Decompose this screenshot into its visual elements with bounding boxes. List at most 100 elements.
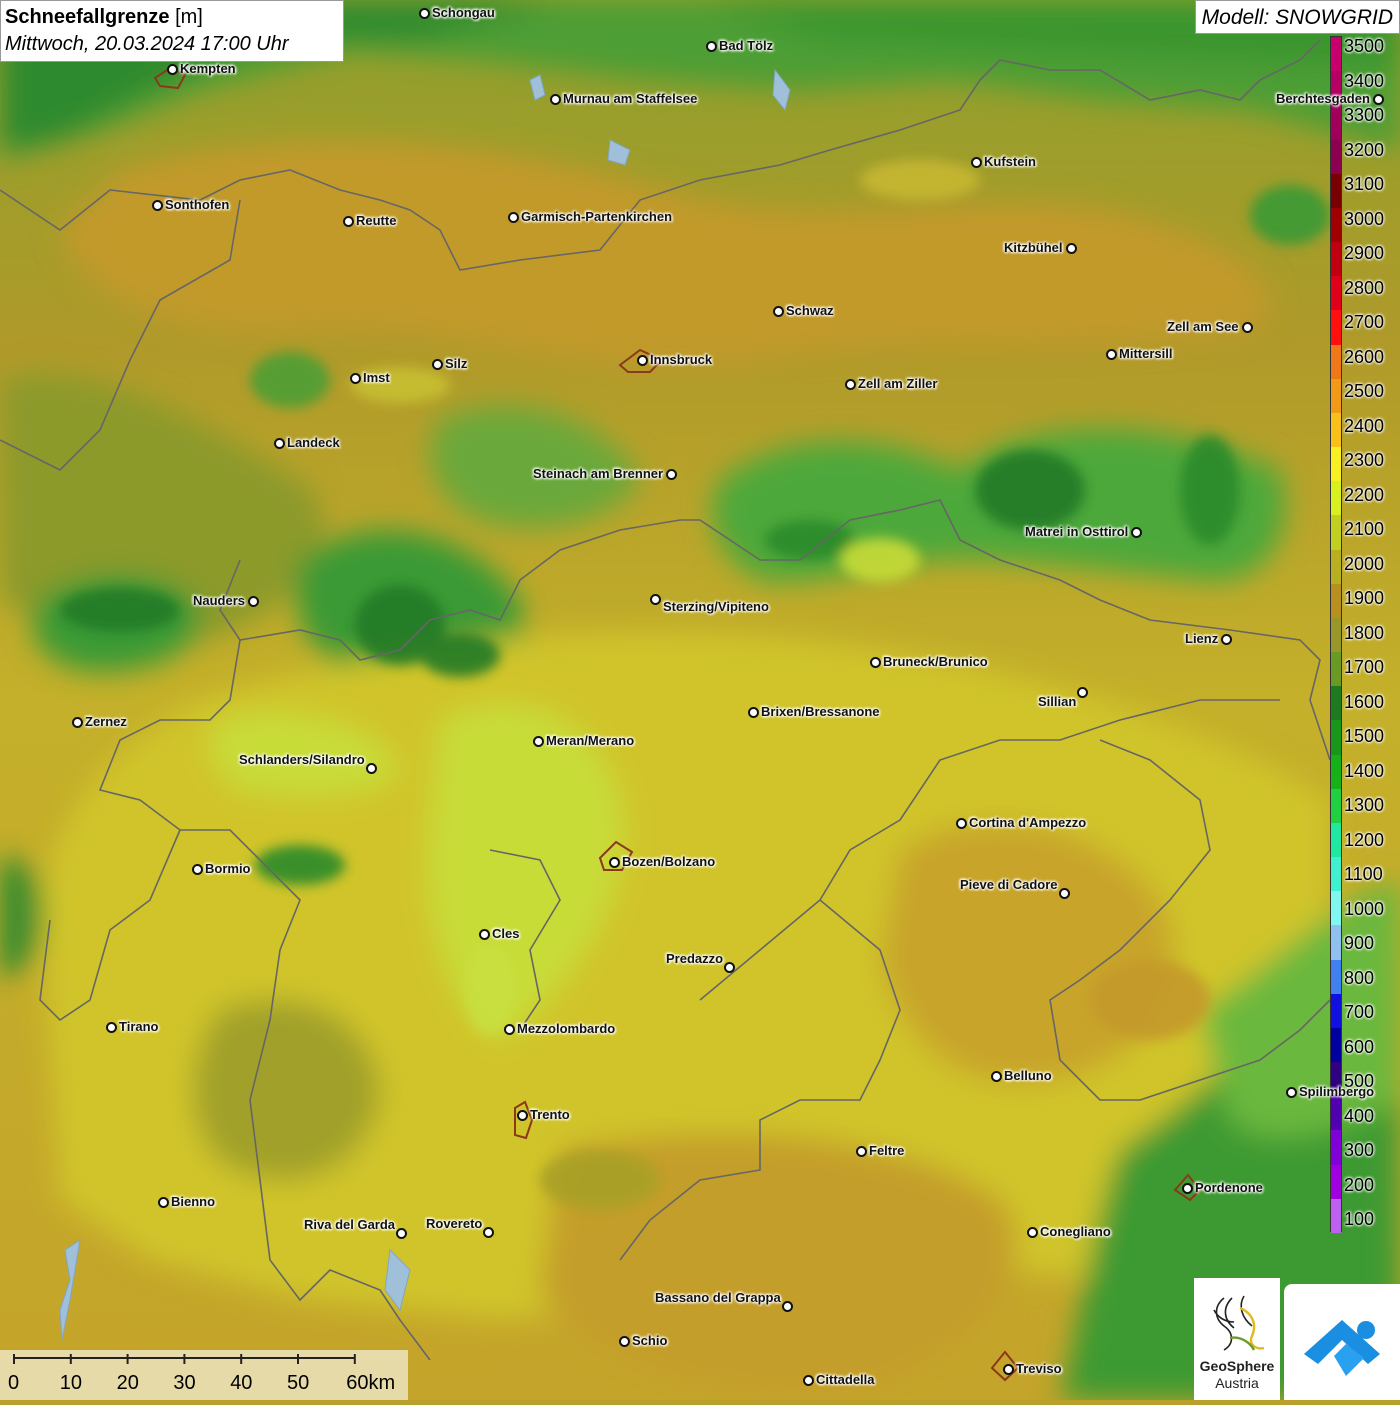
city-dot-icon xyxy=(479,929,490,940)
color-legend xyxy=(1330,36,1342,1234)
legend-color-segment xyxy=(1331,788,1341,824)
city-label[interactable]: Murnau am Staffelsee xyxy=(563,91,697,107)
city-label[interactable]: Belluno xyxy=(1004,1068,1052,1084)
city-label[interactable]: Schio xyxy=(632,1333,667,1349)
scale-tick-label: 20 xyxy=(116,1372,139,1394)
legend-value-label: 2100 xyxy=(1344,519,1385,539)
city-dot-icon xyxy=(724,962,735,973)
legend-color-segment xyxy=(1331,37,1341,72)
city-label[interactable]: Conegliano xyxy=(1040,1224,1111,1240)
city-label[interactable]: Mezzolombardo xyxy=(517,1021,615,1037)
city-label[interactable]: Garmisch-Partenkirchen xyxy=(521,209,672,225)
legend-color-segment xyxy=(1331,515,1341,551)
city-label[interactable]: Treviso xyxy=(1016,1361,1062,1377)
city-label[interactable]: Bozen/Bolzano xyxy=(622,854,715,870)
city-label[interactable]: Landeck xyxy=(287,435,340,451)
legend-value-label: 1800 xyxy=(1344,622,1385,643)
weather-app-logo[interactable] xyxy=(1284,1284,1400,1400)
scale-bar: 0 10 20 30 40 50 60km xyxy=(0,1350,408,1400)
city-dot-icon xyxy=(508,212,519,223)
city-label[interactable]: Schwaz xyxy=(786,303,834,319)
city-label[interactable]: Sillian xyxy=(1038,694,1076,710)
legend-color-segment xyxy=(1331,925,1341,961)
city-label[interactable]: Nauders xyxy=(193,593,245,609)
city-dot-icon xyxy=(1077,687,1088,698)
city-label[interactable]: Bassano del Grappa xyxy=(655,1290,781,1306)
city-dot-icon xyxy=(483,1227,494,1238)
legend-value-label: 200 xyxy=(1344,1174,1375,1195)
city-dot-icon xyxy=(748,707,759,718)
city-label[interactable]: Cittadella xyxy=(816,1372,875,1388)
city-label[interactable]: Bad Tölz xyxy=(719,38,773,54)
legend-color-segment xyxy=(1331,481,1341,516)
city-label[interactable]: Kempten xyxy=(180,61,236,77)
city-dot-icon xyxy=(1059,888,1070,899)
legend-value-label: 3300 xyxy=(1344,105,1385,125)
city-dot-icon xyxy=(366,763,377,774)
geosphere-logo-line1: GeoSphere xyxy=(1199,1358,1275,1374)
city-dot-icon xyxy=(666,469,677,480)
legend-value-label: 1300 xyxy=(1344,795,1385,815)
city-label[interactable]: Zell am See xyxy=(1167,319,1239,335)
city-label[interactable]: Bormio xyxy=(205,861,251,877)
legend-color-segment xyxy=(1331,1130,1341,1166)
geosphere-emblem-icon xyxy=(1213,1295,1265,1351)
legend-value-label: 2200 xyxy=(1344,484,1385,505)
legend-value-label: 2400 xyxy=(1344,415,1385,436)
city-label[interactable]: Rovereto xyxy=(426,1216,482,1232)
city-label[interactable]: Lienz xyxy=(1185,631,1218,647)
city-label[interactable]: Kitzbühel xyxy=(1004,240,1063,256)
city-dot-icon xyxy=(803,1375,814,1386)
city-label[interactable]: Kufstein xyxy=(984,154,1036,170)
city-label[interactable]: Brixen/Bressanone xyxy=(761,704,880,720)
city-label[interactable]: Silz xyxy=(445,356,467,372)
scale-tick-label: 60km xyxy=(346,1372,396,1394)
city-label[interactable]: Berchtesgaden xyxy=(1276,91,1370,107)
city-dot-icon xyxy=(1003,1364,1014,1375)
city-dot-icon xyxy=(773,306,784,317)
legend-value-label: 2800 xyxy=(1344,277,1385,298)
legend-value-label: 2000 xyxy=(1344,553,1385,574)
city-dot-icon xyxy=(1027,1227,1038,1238)
city-label[interactable]: Meran/Merano xyxy=(546,733,634,749)
legend-color-segment xyxy=(1331,583,1341,619)
city-label[interactable]: Predazzo xyxy=(666,951,723,967)
city-label[interactable]: Tirano xyxy=(119,1019,159,1035)
city-label[interactable]: Pieve di Cadore xyxy=(960,877,1058,893)
legend-value-label: 1100 xyxy=(1344,864,1383,884)
city-label[interactable]: Schongau xyxy=(432,5,495,21)
app-arrow-icon xyxy=(1304,1320,1380,1376)
city-label[interactable]: Bienno xyxy=(171,1194,215,1210)
legend-value-label: 1600 xyxy=(1344,691,1385,712)
legend-color-segment xyxy=(1331,891,1341,926)
city-label[interactable]: Steinach am Brenner xyxy=(533,466,663,482)
city-label[interactable]: Imst xyxy=(363,370,390,386)
city-label[interactable]: Zell am Ziller xyxy=(858,376,937,392)
map-title-unit: [m] xyxy=(175,6,203,28)
city-label[interactable]: Mittersill xyxy=(1119,346,1172,362)
legend-color-segment xyxy=(1331,686,1341,721)
legend-value-label: 2500 xyxy=(1344,381,1385,401)
legend-color-segment xyxy=(1331,549,1341,585)
legend-color-segment xyxy=(1331,1198,1341,1234)
legend-value-label: 2600 xyxy=(1344,346,1385,367)
city-label[interactable]: Schlanders/Silandro xyxy=(239,752,365,768)
city-label[interactable]: Feltre xyxy=(869,1143,904,1159)
city-label[interactable]: Bruneck/Brunico xyxy=(883,654,988,670)
city-label[interactable]: Matrei in Osttirol xyxy=(1025,524,1128,540)
legend-color-segment xyxy=(1331,105,1341,140)
legend-value-label: 1700 xyxy=(1344,657,1385,677)
city-label[interactable]: Reutte xyxy=(356,213,396,229)
city-label[interactable]: Innsbruck xyxy=(650,352,712,368)
city-label[interactable]: Pordenone xyxy=(1195,1180,1263,1196)
geosphere-logo[interactable]: GeoSphere Austria xyxy=(1194,1278,1280,1400)
city-label[interactable]: Riva del Garda xyxy=(304,1217,395,1233)
legend-value-label: 700 xyxy=(1344,1002,1375,1022)
city-label[interactable]: Sonthofen xyxy=(165,197,229,213)
city-label[interactable]: Spilimbergo xyxy=(1299,1084,1374,1100)
city-label[interactable]: Cles xyxy=(492,926,519,942)
city-label[interactable]: Trento xyxy=(530,1107,570,1123)
city-label[interactable]: Sterzing/Vipiteno xyxy=(663,599,769,615)
city-label[interactable]: Cortina d'Ampezzo xyxy=(969,815,1086,831)
city-label[interactable]: Zernez xyxy=(85,714,127,730)
